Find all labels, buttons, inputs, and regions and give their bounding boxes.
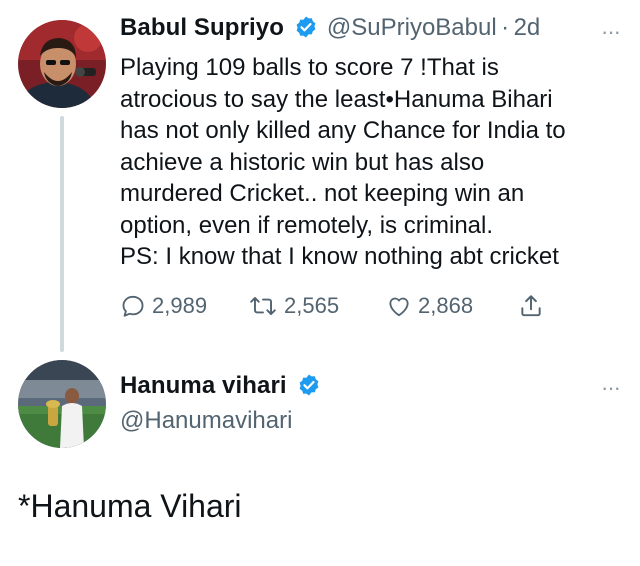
correction-text: *Hanuma Vihari [18,488,242,524]
avatar-babul-supriyo[interactable] [18,20,106,108]
separator-dot: · [501,14,510,41]
avatar-image [18,360,106,448]
share-icon [521,295,541,317]
verified-badge-icon [294,15,318,44]
thread-connector-line [60,116,64,352]
share-button[interactable] [518,290,550,322]
tweet-header: Babul Supriyo @SuPriyoBabul · 2d [120,14,540,48]
avatar-hanuma-vihari[interactable] [18,360,106,448]
display-name[interactable]: Hanuma vihari [120,372,287,399]
user-handle[interactable]: @Hanumavihari [120,407,292,435]
retweet-button[interactable]: 2,565 [248,290,339,322]
user-handle[interactable]: @SuPriyoBabul [327,14,497,41]
display-name[interactable]: Babul Supriyo [120,14,284,41]
reply-count: 2,989 [152,293,208,318]
verified-badge-icon [297,373,321,402]
avatar-image [18,20,106,108]
tweet-text: Playing 109 balls to score 7 !That is at… [120,54,566,270]
like-count: 2,868 [418,293,474,318]
tweet-babul-supriyo[interactable]: Babul Supriyo @SuPriyoBabul · 2d ··· Pla… [0,0,640,352]
retweet-count: 2,565 [284,293,340,318]
like-icon [389,297,409,317]
retweet-icon [250,297,276,316]
tweet-header: Hanuma vihari [120,372,325,402]
like-button[interactable]: 2,868 [386,290,473,322]
tweet-timestamp[interactable]: 2d [514,14,541,41]
more-options-icon[interactable]: ··· [590,21,621,43]
reply-button[interactable]: 2,989 [120,290,207,322]
reply-icon [122,295,144,317]
tweet-actions: 2,989 2,565 2,868 [120,290,580,322]
more-options-icon[interactable]: ··· [590,377,621,399]
